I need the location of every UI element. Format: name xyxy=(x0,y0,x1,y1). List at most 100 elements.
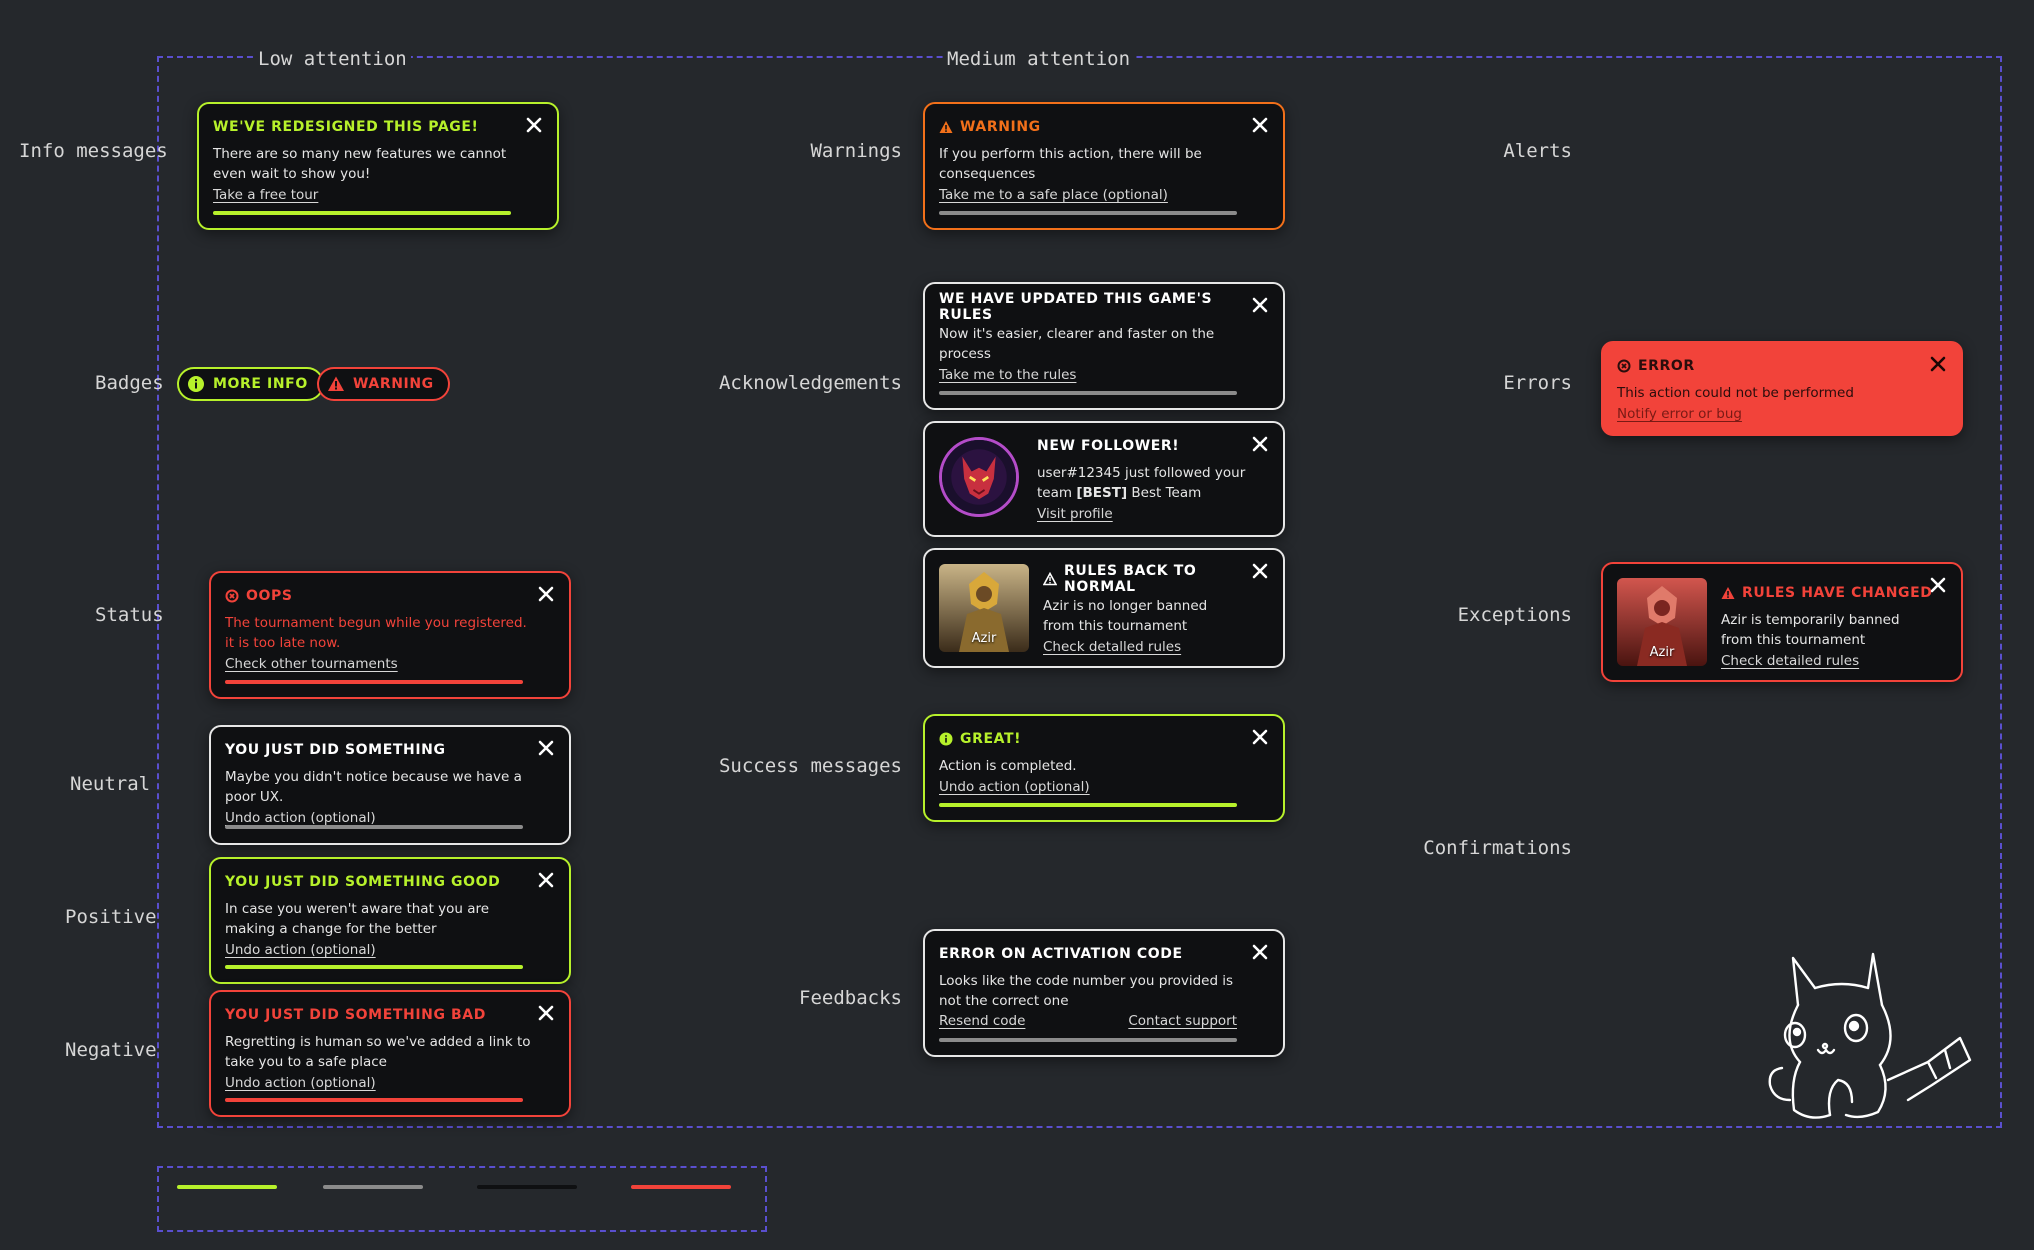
toast-body: Action is completed. xyxy=(939,758,1077,774)
row-label-confirmations: Confirmations xyxy=(1423,837,1572,859)
close-icon[interactable] xyxy=(537,585,555,603)
toast-body: The tournament begun while you registere… xyxy=(225,615,527,651)
toast-title: ERROR ON ACTIVATION CODE xyxy=(939,946,1183,962)
info-toast-redesign: WE'VE REDESIGNED THIS PAGE! There are so… xyxy=(197,102,559,230)
toast-title: OOPS xyxy=(246,588,293,604)
toast-title: WE'VE REDESIGNED THIS PAGE! xyxy=(213,119,479,135)
close-icon[interactable] xyxy=(1929,576,1947,594)
warning-icon xyxy=(327,375,345,393)
close-icon[interactable] xyxy=(1251,435,1269,453)
row-label-warnings: Warnings xyxy=(810,140,902,162)
toast-title: YOU JUST DID SOMETHING xyxy=(225,742,446,758)
row-label-success-messages: Success messages xyxy=(718,755,902,777)
progress-bar xyxy=(225,825,523,829)
contact-support-link[interactable]: Contact support xyxy=(1128,1011,1237,1031)
toast-body: If you perform this action, there will b… xyxy=(939,146,1202,182)
team-tag: [BEST] xyxy=(1076,485,1128,501)
close-icon[interactable] xyxy=(537,871,555,889)
check-other-tournaments-link[interactable]: Check other tournaments xyxy=(225,654,398,674)
legend-gray-line xyxy=(323,1185,423,1189)
toast-title: YOU JUST DID SOMETHING GOOD xyxy=(225,874,501,890)
row-label-positive: Positive xyxy=(65,906,157,928)
undo-action-link[interactable]: Undo action (optional) xyxy=(939,777,1090,797)
toast-title: YOU JUST DID SOMETHING BAD xyxy=(225,1007,486,1023)
row-label-info-messages: Info messages xyxy=(19,140,168,162)
close-icon[interactable] xyxy=(525,116,543,134)
warning-icon xyxy=(1043,572,1057,586)
error-circle-icon xyxy=(1617,359,1631,373)
more-info-badge[interactable]: MORE INFO xyxy=(177,367,324,401)
toast-title: GREAT! xyxy=(960,731,1022,747)
row-label-badges: Badges xyxy=(95,372,164,394)
warning-icon xyxy=(1721,586,1735,600)
column-label-medium: Medium attention xyxy=(943,48,1135,70)
rules-normal-toast: Azir RULES BACK TO NORMAL Azir is no lon… xyxy=(923,548,1285,668)
row-label-alerts: Alerts xyxy=(1503,140,1572,162)
toast-body: Azir is no longer banned from this tourn… xyxy=(1043,598,1208,634)
toast-actions: Resend code Contact support xyxy=(939,1011,1237,1031)
neutral-toast: YOU JUST DID SOMETHING Maybe you didn't … xyxy=(209,725,571,845)
close-icon[interactable] xyxy=(1251,562,1269,580)
legend-green-line xyxy=(177,1185,277,1189)
row-label-errors: Errors xyxy=(1503,372,1572,394)
close-icon[interactable] xyxy=(537,1004,555,1022)
negative-toast: YOU JUST DID SOMETHING BAD Regretting is… xyxy=(209,990,571,1117)
toast-body: Looks like the code number you provided … xyxy=(939,973,1234,1009)
close-icon[interactable] xyxy=(1929,355,1947,373)
take-me-to-rules-link[interactable]: Take me to the rules xyxy=(939,365,1076,385)
warning-icon xyxy=(939,120,953,134)
undo-action-link[interactable]: Undo action (optional) xyxy=(225,940,376,960)
row-label-acknowledgements: Acknowledgements xyxy=(718,372,902,394)
progress-bar xyxy=(939,1038,1237,1042)
error-circle-icon xyxy=(225,589,239,603)
rules-changed-toast: Azir RULES HAVE CHANGED Azir is temporar… xyxy=(1601,562,1963,682)
success-toast-great: GREAT! Action is completed. Undo action … xyxy=(923,714,1285,822)
row-label-negative: Negative xyxy=(65,1039,157,1061)
toast-body: There are so many new features we cannot… xyxy=(213,146,507,182)
check-detailed-rules-link[interactable]: Check detalled rules xyxy=(1043,637,1181,657)
close-icon[interactable] xyxy=(1251,116,1269,134)
toast-content: NEW FOLLOWER! user#12345 just followed y… xyxy=(1037,437,1257,524)
activation-error-toast: ERROR ON ACTIVATION CODE Looks like the … xyxy=(923,929,1285,1057)
row-label-exceptions: Exceptions xyxy=(1457,604,1572,626)
warning-badge[interactable]: WARNING xyxy=(317,367,450,401)
team-name: Best Team xyxy=(1127,485,1202,501)
resend-code-link[interactable]: Resend code xyxy=(939,1011,1025,1031)
progress-bar xyxy=(225,680,523,684)
take-free-tour-link[interactable]: Take a free tour xyxy=(213,185,318,205)
info-icon xyxy=(187,375,205,393)
toast-body: user#12345 just followed your team [BEST… xyxy=(1037,463,1257,503)
badge-label: WARNING xyxy=(353,376,434,392)
toast-content: RULES BACK TO NORMAL Azir is no longer b… xyxy=(1043,563,1263,657)
row-label-feedbacks: Feedbacks xyxy=(799,987,902,1009)
safe-place-link[interactable]: Take me to a safe place (optional) xyxy=(939,185,1168,205)
toast-body: Now it's easier, clearer and faster on t… xyxy=(939,326,1215,362)
column-label-low: Low attention xyxy=(254,48,411,70)
undo-action-link[interactable]: Undo action (optional) xyxy=(225,1073,376,1093)
toast-title: WARNING xyxy=(960,119,1041,135)
toast-title: RULES HAVE CHANGED xyxy=(1742,585,1933,601)
progress-bar xyxy=(939,803,1237,807)
toast-title: NEW FOLLOWER! xyxy=(1037,438,1180,454)
champion-thumbnail: Azir xyxy=(939,564,1029,652)
toast-title: ERROR xyxy=(1638,358,1695,374)
close-icon[interactable] xyxy=(1251,296,1269,314)
progress-bar xyxy=(939,391,1237,395)
toast-body: Regretting is human so we've added a lin… xyxy=(225,1034,531,1070)
visit-profile-link[interactable]: Visit profile xyxy=(1037,504,1113,524)
legend-frame xyxy=(157,1166,767,1232)
legend-red-line xyxy=(631,1185,731,1189)
close-icon[interactable] xyxy=(1251,728,1269,746)
warning-toast: WARNING If you perform this action, ther… xyxy=(923,102,1285,230)
team-avatar xyxy=(939,437,1019,517)
progress-bar xyxy=(225,1098,523,1102)
row-label-neutral: Neutral xyxy=(70,773,151,795)
legend-dark-line xyxy=(477,1185,577,1189)
close-icon[interactable] xyxy=(1251,943,1269,961)
notify-error-link[interactable]: Notify error or bug xyxy=(1617,404,1742,424)
toast-body: Azir is temporarily banned from this tou… xyxy=(1721,612,1900,648)
thumbnail-caption: Azir xyxy=(1649,645,1675,660)
close-icon[interactable] xyxy=(537,739,555,757)
status-toast-oops: OOPS The tournament begun while you regi… xyxy=(209,571,571,699)
check-detailed-rules-link[interactable]: Check detailed rules xyxy=(1721,651,1859,671)
